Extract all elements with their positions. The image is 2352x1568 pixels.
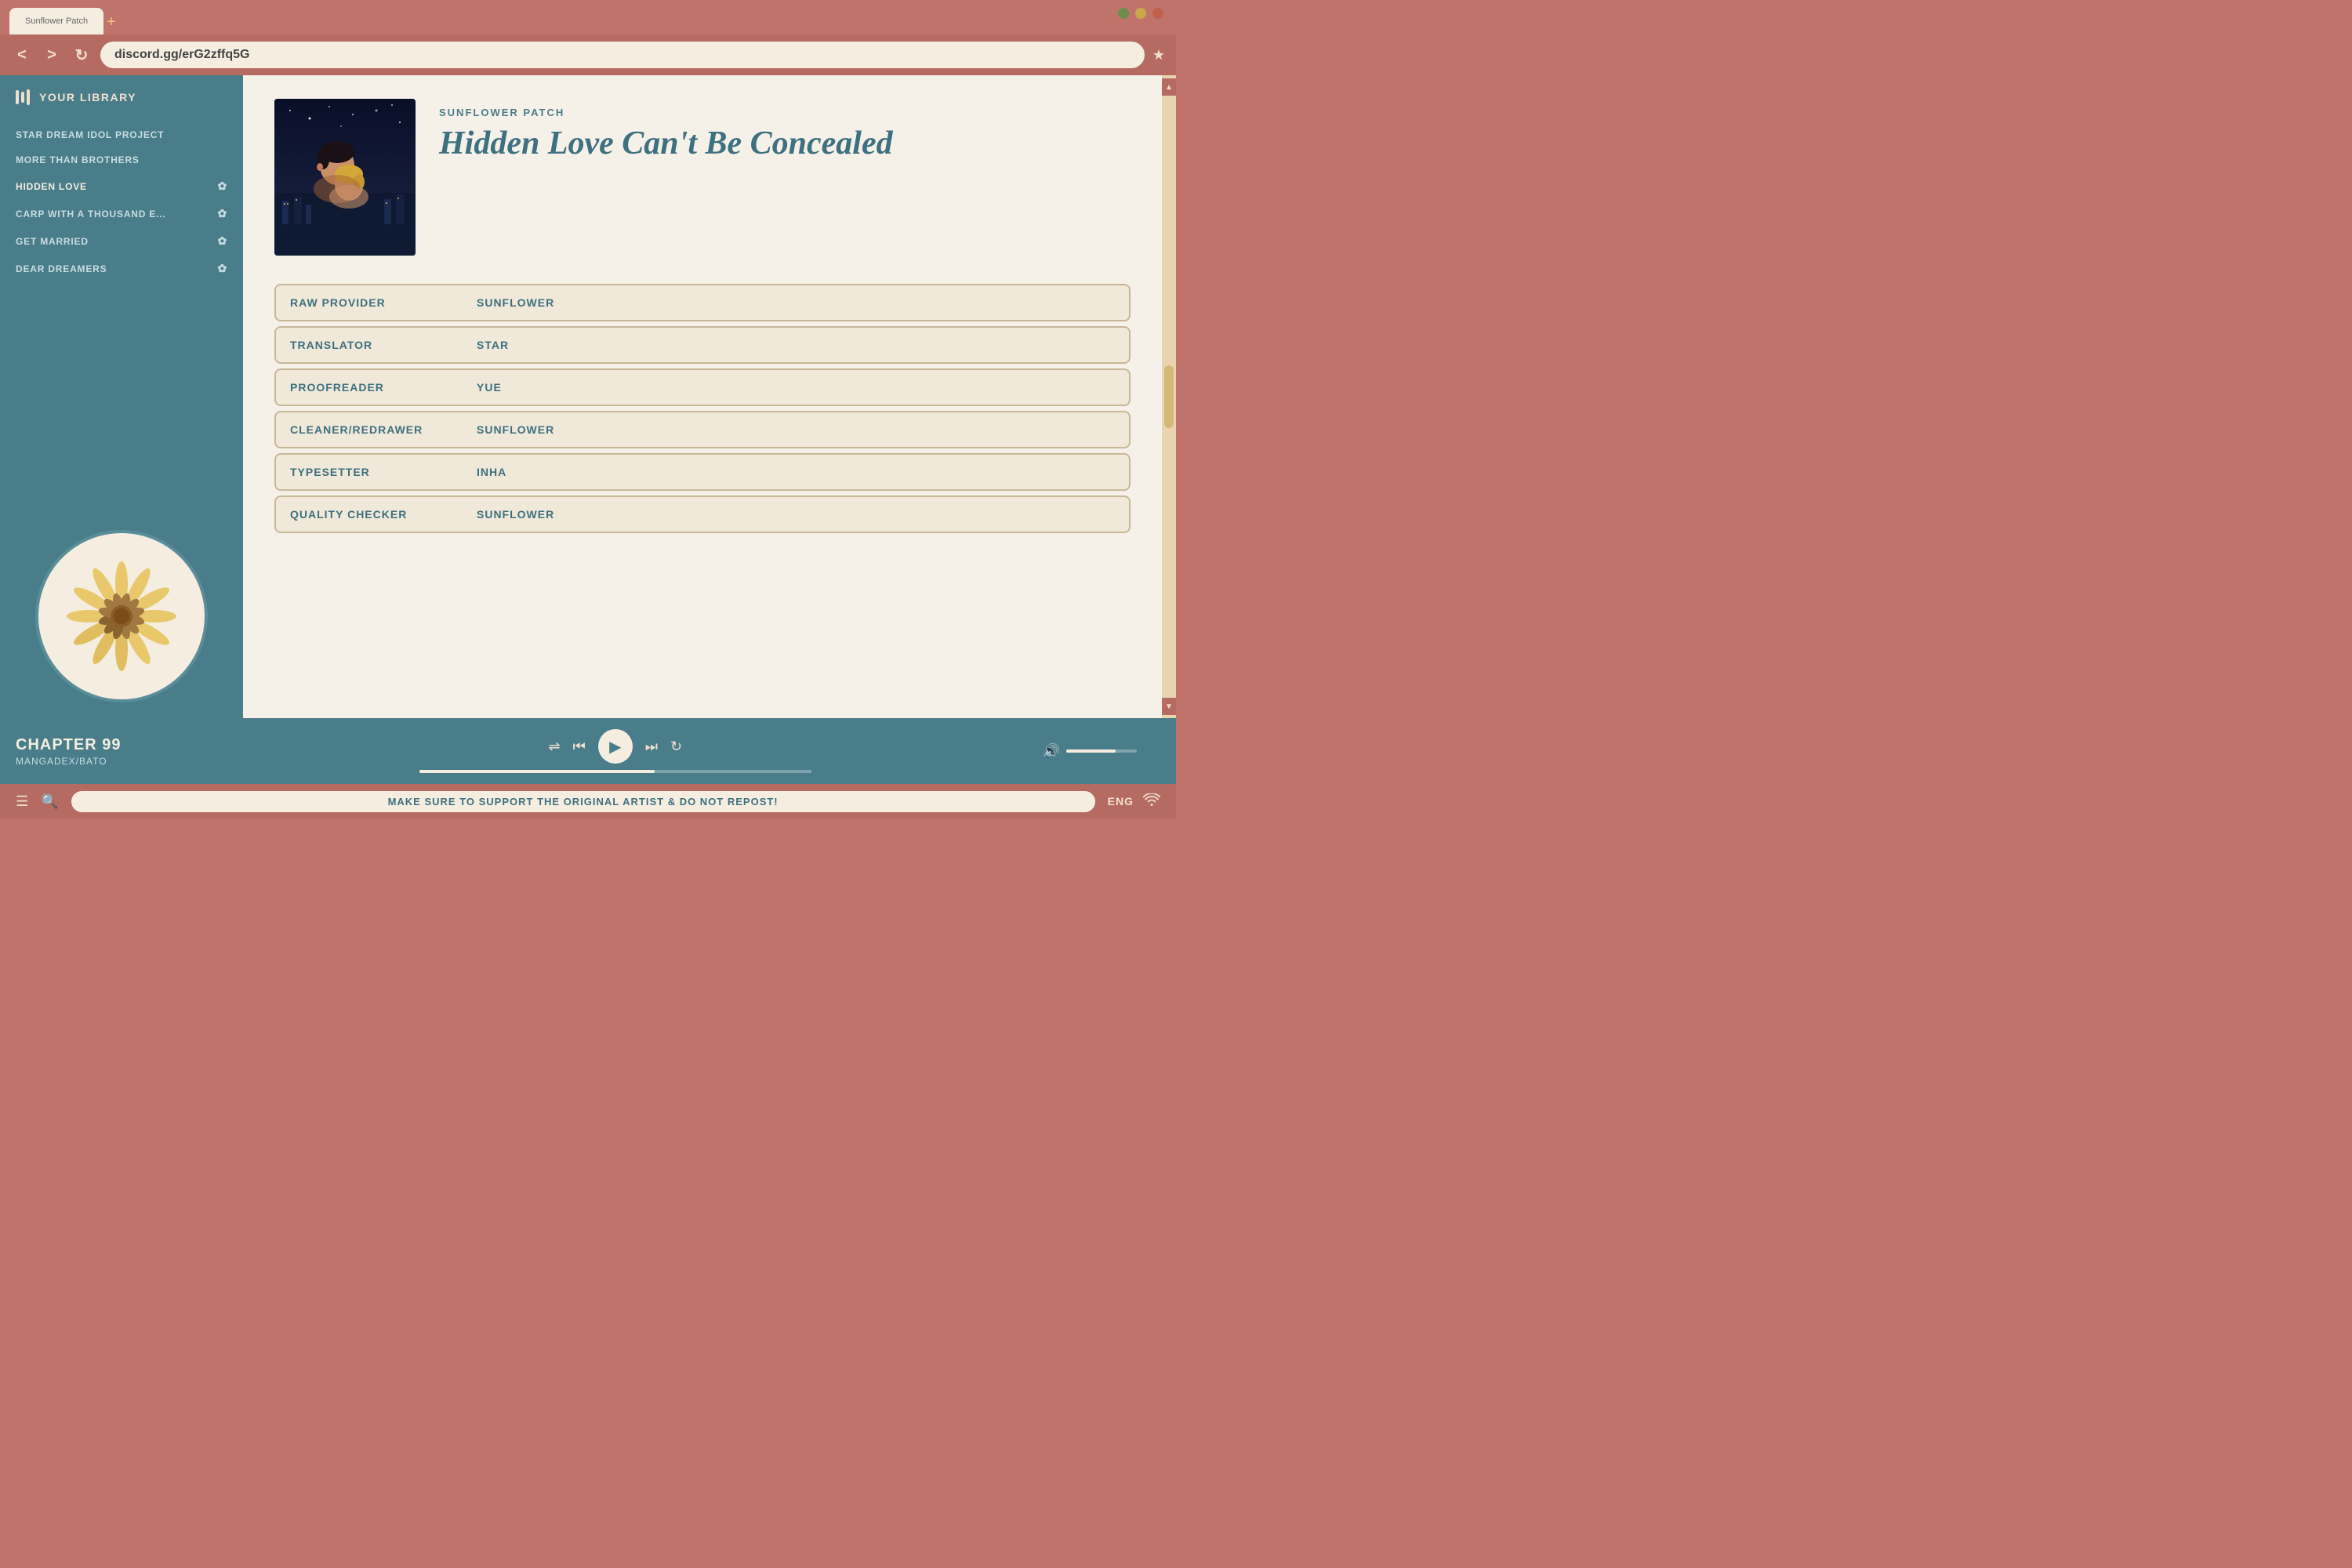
sidebar-item-dear-dreamers[interactable]: DEAR DREAMERS ✿ [0,255,243,282]
publisher-name: SUNFLOWER PATCH [439,107,1131,118]
sidebar-header: YOUR LIBRARY [0,75,243,116]
menu-icon[interactable]: ☰ [16,793,28,810]
credits-row-qc: QUALITY CHECKER SUNFLOWER [274,495,1131,533]
sunflower-illustration [0,514,243,718]
active-tab[interactable]: Sunflower Patch [9,8,103,34]
main-area: YOUR LIBRARY STAR DREAM IDOL PROJECT MOR… [0,75,1176,718]
player-chapter-info: CHAPTER 99 MANGADEX/BATO [16,736,188,767]
credits-row-cleaner: CLEANER/REDRAWER SUNFLOWER [274,411,1131,448]
repeat-button[interactable]: ↻ [670,739,682,755]
scroll-track: ▲ ▼ [1162,75,1176,718]
progress-bar-container[interactable] [419,770,811,773]
play-button[interactable]: ▶ [598,729,633,764]
volume-fill [1066,750,1116,753]
book-cover [274,99,416,256]
sidebar-item-star-dream[interactable]: STAR DREAM IDOL PROJECT [0,122,243,147]
book-info: SUNFLOWER PATCH Hidden Love Can't Be Con… [439,99,1131,256]
tab-bar: Sunflower Patch + [0,0,1176,34]
back-button[interactable]: < [11,46,33,64]
browser-chrome: Sunflower Patch + < > ↻ ★ [0,0,1176,75]
book-header: SUNFLOWER PATCH Hidden Love Can't Be Con… [274,99,1131,256]
maximize-button[interactable] [1135,8,1146,19]
next-icon: ⏭ [645,739,658,755]
player-bar: CHAPTER 99 MANGADEX/BATO ⇌ ⏮ ▶ ⏭ ↻ 🔊 [0,718,1176,784]
sidebar-items-list: STAR DREAM IDOL PROJECT MORE THAN BROTHE… [0,116,243,514]
sunflower-svg [59,554,184,679]
bookmark-icon[interactable]: ★ [1152,47,1165,64]
chapter-source: MANGADEX/BATO [16,756,188,767]
credit-role-raw: RAW PROVIDER [274,284,463,321]
cover-art [274,99,416,256]
credit-value-typesetter: INHA [463,453,1131,491]
credit-role-proofreader: PROOFREADER [274,368,463,406]
credit-value-proofreader: YUE [463,368,1131,406]
next-button[interactable]: ⏭ [645,739,658,755]
shuffle-button[interactable]: ⇌ [548,739,560,755]
flower-icon-hidden-love: ✿ [217,180,227,193]
library-icon [16,89,30,105]
credit-role-translator: TRANSLATOR [274,326,463,364]
minimize-button[interactable] [1118,8,1129,19]
lib-bar-3 [27,89,30,105]
refresh-button[interactable]: ↻ [71,45,93,65]
book-title: Hidden Love Can't Be Concealed [439,125,1131,162]
credits-table: RAW PROVIDER SUNFLOWER TRANSLATOR STAR P… [274,279,1131,538]
repeat-icon: ↻ [670,739,682,755]
shuffle-icon: ⇌ [548,739,560,755]
volume-section: 🔊 [1043,743,1137,760]
credits-row-typesetter: TYPESETTER INHA [274,453,1131,491]
wifi-icon [1143,793,1160,810]
player-controls: ⇌ ⏮ ▶ ⏭ ↻ [188,729,1043,773]
status-bar: ☰ 🔍 MAKE SURE TO SUPPORT THE ORIGINAL AR… [0,784,1176,818]
credit-value-qc: SUNFLOWER [463,495,1131,533]
sidebar: YOUR LIBRARY STAR DREAM IDOL PROJECT MOR… [0,75,243,718]
address-bar-row: < > ↻ ★ [0,34,1176,75]
previous-button[interactable]: ⏮ [573,739,586,755]
tab-label: Sunflower Patch [25,16,88,26]
scroll-down-button[interactable]: ▼ [1162,698,1176,715]
credits-row-proofreader: PROOFREADER YUE [274,368,1131,406]
credit-value-cleaner: SUNFLOWER [463,411,1131,448]
chapter-title: CHAPTER 99 [16,736,188,754]
flower-icon-get-married: ✿ [217,234,227,248]
credit-role-qc: QUALITY CHECKER [274,495,463,533]
address-input[interactable] [100,42,1145,68]
sidebar-item-get-married[interactable]: GET MARRIED ✿ [0,227,243,255]
new-tab-button[interactable]: + [107,13,116,34]
sidebar-title: YOUR LIBRARY [39,91,136,103]
sunflower-circle [35,530,208,702]
credit-value-translator: STAR [463,326,1131,364]
progress-bar-fill [419,770,655,773]
flower-icon-dear-dreamers: ✿ [217,262,227,275]
status-message: MAKE SURE TO SUPPORT THE ORIGINAL ARTIST… [71,791,1095,812]
flower-icon-carp: ✿ [217,207,227,220]
lib-bar-2 [21,92,24,103]
language-indicator: ENG [1108,795,1134,808]
close-button[interactable] [1152,8,1163,19]
window-controls [1118,8,1163,19]
volume-icon: 🔊 [1043,743,1060,760]
prev-icon: ⏮ [573,739,586,755]
sidebar-item-carp[interactable]: CARP WITH A THOUSAND E... ✿ [0,200,243,227]
credit-role-typesetter: TYPESETTER [274,453,463,491]
credit-value-raw: SUNFLOWER [463,284,1131,321]
credit-role-cleaner: CLEANER/REDRAWER [274,411,463,448]
sidebar-item-more-than-brothers[interactable]: MORE THAN BROTHERS [0,147,243,172]
cover-illustration [274,99,416,256]
lib-bar-1 [16,90,19,104]
status-right: ENG [1108,793,1160,810]
play-icon: ▶ [609,737,621,757]
content-area: SUNFLOWER PATCH Hidden Love Can't Be Con… [243,75,1162,718]
credits-row-translator: TRANSLATOR STAR [274,326,1131,364]
scroll-up-button[interactable]: ▲ [1162,78,1176,96]
sidebar-item-hidden-love[interactable]: HIDDEN LOVE ✿ [0,172,243,200]
credits-row-raw: RAW PROVIDER SUNFLOWER [274,284,1131,321]
search-icon[interactable]: 🔍 [41,793,58,810]
forward-button[interactable]: > [41,46,63,64]
volume-bar[interactable] [1066,750,1137,753]
player-buttons: ⇌ ⏮ ▶ ⏭ ↻ [548,729,682,764]
scroll-thumb[interactable] [1164,365,1174,428]
